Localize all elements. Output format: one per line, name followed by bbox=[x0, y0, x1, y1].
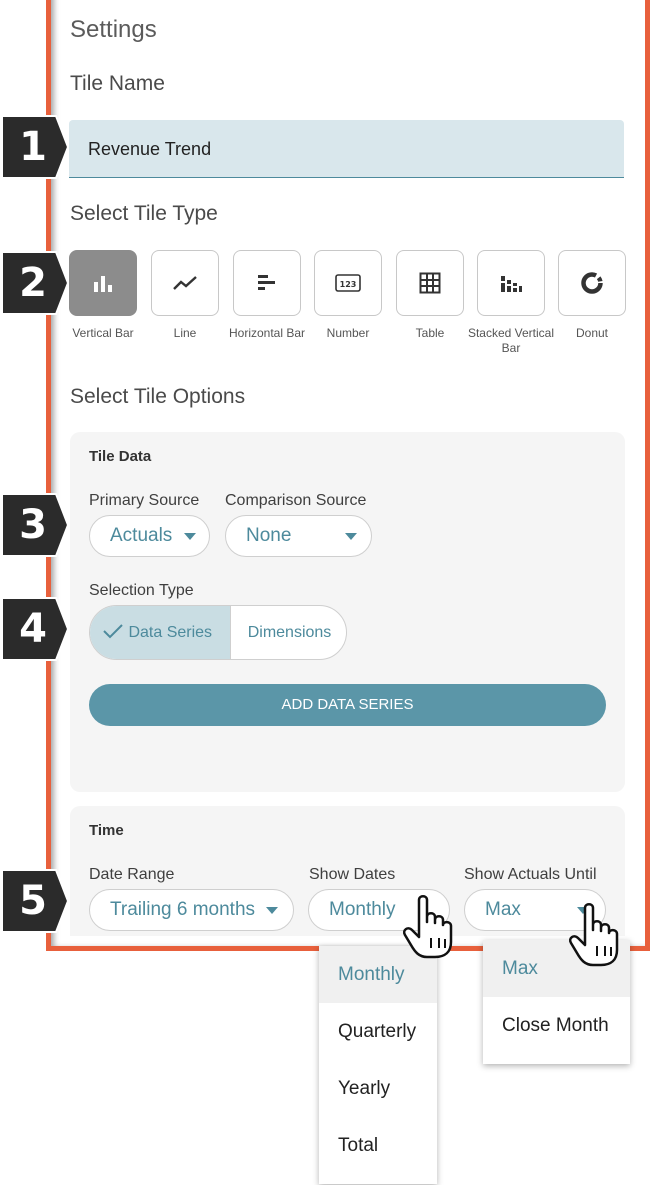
show-dates-menu: Monthly Quarterly Yearly Total bbox=[319, 946, 437, 1184]
tile-type-line[interactable]: Line bbox=[151, 250, 219, 341]
dimensions-label: Dimensions bbox=[247, 624, 332, 641]
tile-type-label: Vertical Bar bbox=[72, 326, 134, 340]
svg-text:123: 123 bbox=[340, 280, 357, 289]
chevron-down-icon bbox=[184, 533, 196, 540]
callout-number: 3 bbox=[19, 502, 47, 548]
table-button[interactable] bbox=[396, 250, 464, 316]
hand-pointer-icon bbox=[569, 903, 619, 967]
selection-type-dimensions[interactable]: Dimensions bbox=[230, 606, 346, 659]
primary-source-dropdown[interactable]: Actuals bbox=[89, 515, 210, 557]
show-dates-label: Show Dates bbox=[309, 866, 396, 883]
comparison-source-dropdown[interactable]: None bbox=[225, 515, 372, 557]
callout-number: 4 bbox=[19, 606, 47, 652]
tile-options-heading: Select Tile Options bbox=[70, 385, 246, 408]
settings-title: Settings bbox=[70, 16, 157, 43]
comparison-source-label: Comparison Source bbox=[225, 492, 367, 509]
date-range-label: Date Range bbox=[89, 866, 175, 883]
donut-button[interactable] bbox=[558, 250, 626, 316]
tile-type-number[interactable]: 123 Number bbox=[314, 250, 382, 341]
show-dates-value: Monthly bbox=[329, 899, 396, 920]
table-icon bbox=[419, 272, 441, 294]
tile-type-label: Number bbox=[326, 326, 370, 340]
primary-source-value: Actuals bbox=[110, 525, 173, 546]
tile-name-heading: Tile Name bbox=[70, 72, 165, 95]
tile-type-label: Line bbox=[173, 326, 197, 340]
time-title: Time bbox=[89, 822, 124, 839]
tile-type-label: Donut bbox=[575, 326, 609, 340]
chevron-down-icon bbox=[266, 907, 278, 914]
callout-badge-4: 4 bbox=[0, 596, 80, 662]
tile-type-table[interactable]: Table bbox=[396, 250, 464, 341]
callout-number: 5 bbox=[19, 878, 47, 924]
comparison-source-value: None bbox=[246, 525, 292, 546]
tile-type-label: Horizontal Bar bbox=[228, 326, 306, 340]
show-dates-option-total[interactable]: Total bbox=[319, 1117, 437, 1174]
tile-type-label: Stacked Vertical Bar bbox=[467, 326, 555, 355]
show-actuals-label: Show Actuals Until bbox=[464, 866, 597, 883]
primary-source-label: Primary Source bbox=[89, 492, 200, 509]
add-data-series-button[interactable]: ADD DATA SERIES bbox=[89, 684, 606, 726]
data-series-label: Data Series bbox=[128, 624, 213, 641]
tile-name-input[interactable]: Revenue Trend bbox=[69, 120, 624, 178]
number-icon: 123 bbox=[335, 274, 361, 292]
vertical-bar-icon bbox=[94, 276, 112, 292]
tile-type-horizontal-bar[interactable]: Horizontal Bar bbox=[229, 250, 305, 341]
callout-number: 1 bbox=[19, 124, 47, 170]
date-range-value: Trailing 6 months bbox=[110, 899, 256, 920]
line-chart-icon bbox=[173, 276, 197, 290]
chevron-down-icon bbox=[345, 533, 357, 540]
tile-type-heading: Select Tile Type bbox=[70, 202, 218, 225]
date-range-dropdown[interactable]: Trailing 6 months bbox=[89, 889, 294, 931]
stacked-bar-button[interactable] bbox=[477, 250, 545, 316]
tile-type-donut[interactable]: Donut bbox=[558, 250, 626, 341]
horizontal-bar-button[interactable] bbox=[233, 250, 301, 316]
show-dates-option-quarterly[interactable]: Quarterly bbox=[319, 1003, 437, 1060]
hand-pointer-icon bbox=[403, 895, 453, 959]
selection-type-label: Selection Type bbox=[89, 582, 194, 599]
callout-badge-2: 2 bbox=[0, 250, 80, 316]
check-icon bbox=[103, 624, 123, 639]
show-actuals-option-close-month[interactable]: Close Month bbox=[483, 997, 630, 1054]
tile-data-title: Tile Data bbox=[89, 448, 152, 465]
show-dates-option-yearly[interactable]: Yearly bbox=[319, 1060, 437, 1117]
line-button[interactable] bbox=[151, 250, 219, 316]
tile-type-stacked-vertical-bar[interactable]: Stacked Vertical Bar bbox=[468, 250, 554, 356]
donut-icon bbox=[581, 272, 603, 294]
horizontal-bar-icon bbox=[258, 275, 275, 290]
tile-type-label: Table bbox=[415, 326, 445, 340]
number-button[interactable]: 123 bbox=[314, 250, 382, 316]
stacked-bar-icon bbox=[501, 276, 522, 292]
callout-number: 2 bbox=[19, 260, 47, 306]
selection-type-toggle: Data Series Dimensions bbox=[89, 605, 347, 660]
callout-badge-5: 5 bbox=[0, 868, 80, 934]
callout-badge-1: 1 bbox=[0, 114, 80, 180]
selection-type-data-series[interactable]: Data Series bbox=[90, 606, 230, 659]
callout-badge-3: 3 bbox=[0, 492, 80, 558]
show-actuals-value: Max bbox=[485, 899, 521, 920]
